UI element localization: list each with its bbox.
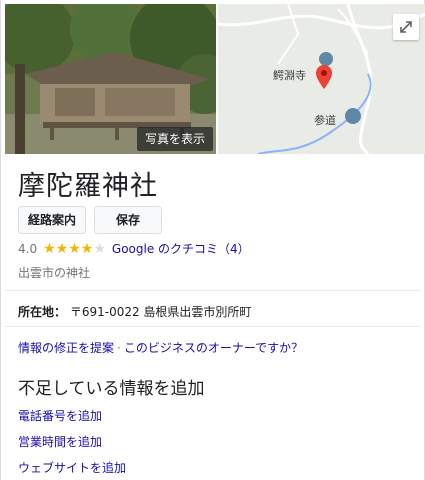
map-label-temple: 鰐淵寺: [273, 69, 306, 82]
map-label-sando: 参道: [314, 114, 336, 127]
owner-link[interactable]: このビジネスのオーナーですか？: [124, 341, 303, 355]
divider: [5, 326, 420, 327]
reviews-link[interactable]: Google のクチコミ（4）: [112, 240, 250, 257]
shrine-poi-icon: [345, 108, 361, 124]
divider: [5, 290, 420, 291]
star-icon: ★: [68, 240, 81, 257]
shrine-photo[interactable]: 写真を表示: [5, 4, 216, 154]
address-row: 所在地： 〒691-0022 島根県出雲市別所町: [18, 303, 251, 320]
star-icon: ★: [80, 240, 94, 257]
rating-row: 4.0 ★★★★★ Google のクチコミ（4）: [18, 240, 250, 257]
directions-button[interactable]: 経路案内: [18, 206, 86, 234]
separator: ·: [117, 341, 121, 355]
map-thumbnail[interactable]: 250 鰐淵寺 参道: [218, 4, 425, 154]
star-icon: ★: [55, 240, 69, 257]
rating-value: 4.0: [18, 241, 38, 256]
expand-map-button[interactable]: [393, 14, 419, 40]
place-title: 摩陀羅神社: [18, 171, 158, 202]
edit-links: 情報の修正を提案 · このビジネスのオーナーですか？: [18, 339, 303, 356]
place-category: 出雲市の神社: [18, 266, 91, 280]
expand-icon: [400, 21, 412, 33]
missing-info-title: 不足している情報を追加: [18, 379, 205, 399]
star-icon: ★: [43, 240, 56, 257]
add-website-link[interactable]: ウェブサイトを追加: [18, 459, 126, 476]
show-photos-button[interactable]: 写真を表示: [137, 127, 214, 151]
star-icon-empty: ★: [93, 240, 106, 257]
address-value[interactable]: 〒691-0022 島根県出雲市別所町: [70, 305, 252, 319]
hero-media: 写真を表示 250 鰐淵寺 参道: [5, 4, 425, 154]
suggest-edit-link[interactable]: 情報の修正を提案: [18, 341, 114, 355]
knowledge-panel: 写真を表示 250 鰐淵寺 参道: [0, 0, 425, 480]
add-phone-link[interactable]: 電話番号を追加: [18, 407, 102, 424]
add-hours-link[interactable]: 営業時間を追加: [18, 433, 102, 450]
save-button[interactable]: 保存: [94, 206, 162, 234]
address-label: 所在地：: [18, 305, 67, 319]
star-rating: ★★★★★: [43, 241, 106, 257]
location-pin-icon: [316, 65, 332, 89]
